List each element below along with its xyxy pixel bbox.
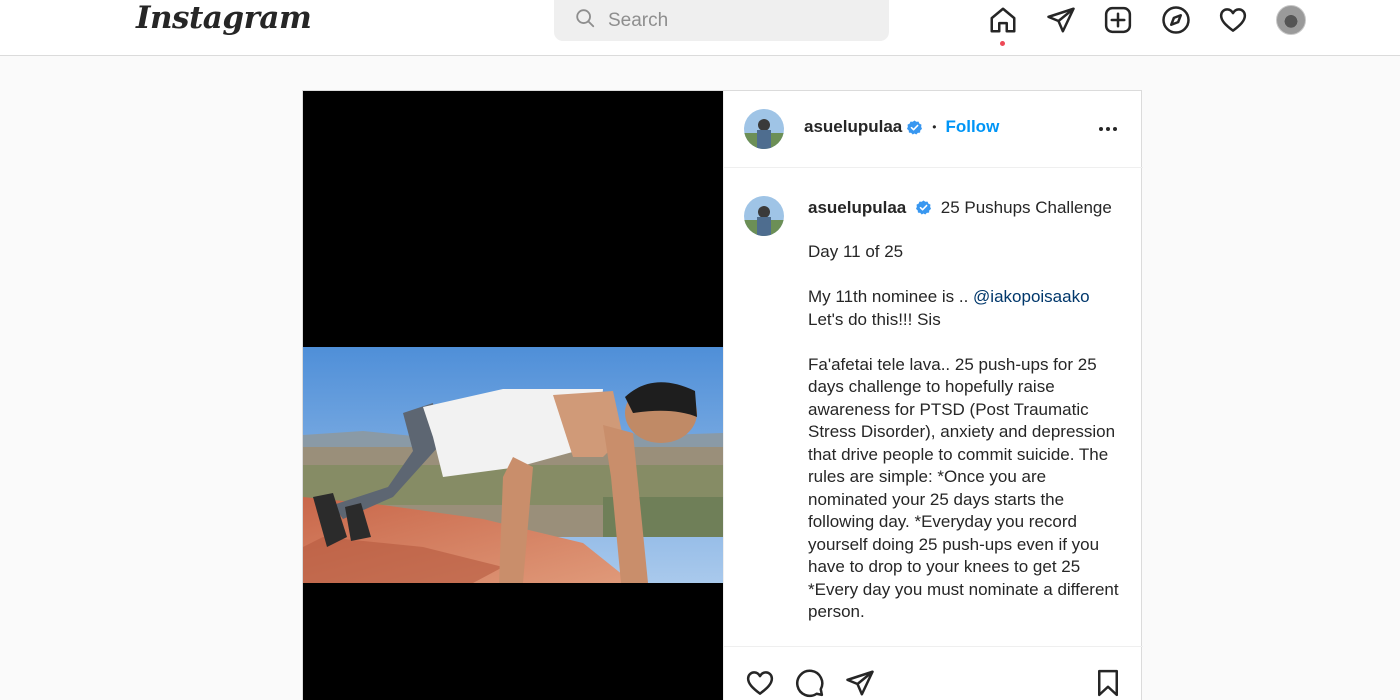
activity-heart-icon[interactable] [1217, 4, 1249, 36]
home-notification-dot [1000, 41, 1005, 46]
author-line: asuelupulaa • Follow [804, 117, 999, 137]
more-options-icon[interactable] [1096, 117, 1120, 141]
post-header: asuelupulaa • Follow [724, 91, 1143, 168]
direct-message-icon[interactable] [1045, 4, 1077, 36]
new-post-icon[interactable] [1102, 4, 1134, 36]
save-bookmark-icon[interactable] [1092, 667, 1124, 699]
post-caption: asuelupulaa 25 Pushups Challenge Day 11 … [724, 169, 1143, 645]
post-card: asuelupulaa • Follow asuelupulaa 25 Push… [302, 90, 1143, 700]
author-avatar[interactable] [744, 109, 784, 149]
comment-icon[interactable] [794, 667, 826, 699]
caption-text: Day 11 of 25 My 11th nominee is .. @iako… [808, 241, 1128, 645]
profile-avatar[interactable] [1276, 5, 1306, 35]
post-side-panel: asuelupulaa • Follow asuelupulaa 25 Push… [723, 91, 1143, 700]
search-icon [574, 7, 596, 34]
share-icon[interactable] [844, 667, 876, 699]
post-actions-bar [724, 646, 1143, 700]
search-box[interactable] [554, 0, 889, 41]
caption-day: Day 11 of 25 [808, 242, 904, 261]
caption-author-username[interactable]: asuelupulaa [808, 198, 906, 217]
caption-verified-badge-icon [916, 200, 931, 215]
nominee-mention-link[interactable]: @iakopoisaako [973, 287, 1090, 306]
nominee-prefix: My 11th nominee is .. [808, 287, 974, 306]
caption-title: 25 Pushups Challenge [940, 198, 1112, 217]
home-icon[interactable] [987, 4, 1019, 36]
like-heart-icon[interactable] [744, 667, 776, 699]
post-photo [303, 347, 723, 583]
search-input[interactable] [608, 9, 868, 32]
author-username[interactable]: asuelupulaa [804, 117, 902, 137]
post-media[interactable] [303, 91, 723, 700]
top-navigation-bar: Instagram [0, 0, 1400, 56]
separator-dot: • [932, 120, 937, 134]
caption-description: Fa'afetai tele lava.. 25 push-ups for 25… [808, 354, 1119, 622]
caption-header: asuelupulaa 25 Pushups Challenge [808, 198, 1112, 218]
instagram-logo[interactable]: Instagram [136, 0, 312, 36]
caption-nominee: My 11th nominee is .. @iakopoisaako Let's… [808, 286, 1128, 331]
explore-icon[interactable] [1160, 4, 1192, 36]
nominee-line-2: Let's do this!!! Sis [808, 309, 941, 329]
verified-badge-icon [907, 119, 923, 135]
follow-button[interactable]: Follow [945, 117, 999, 137]
caption-author-avatar[interactable] [744, 196, 784, 236]
